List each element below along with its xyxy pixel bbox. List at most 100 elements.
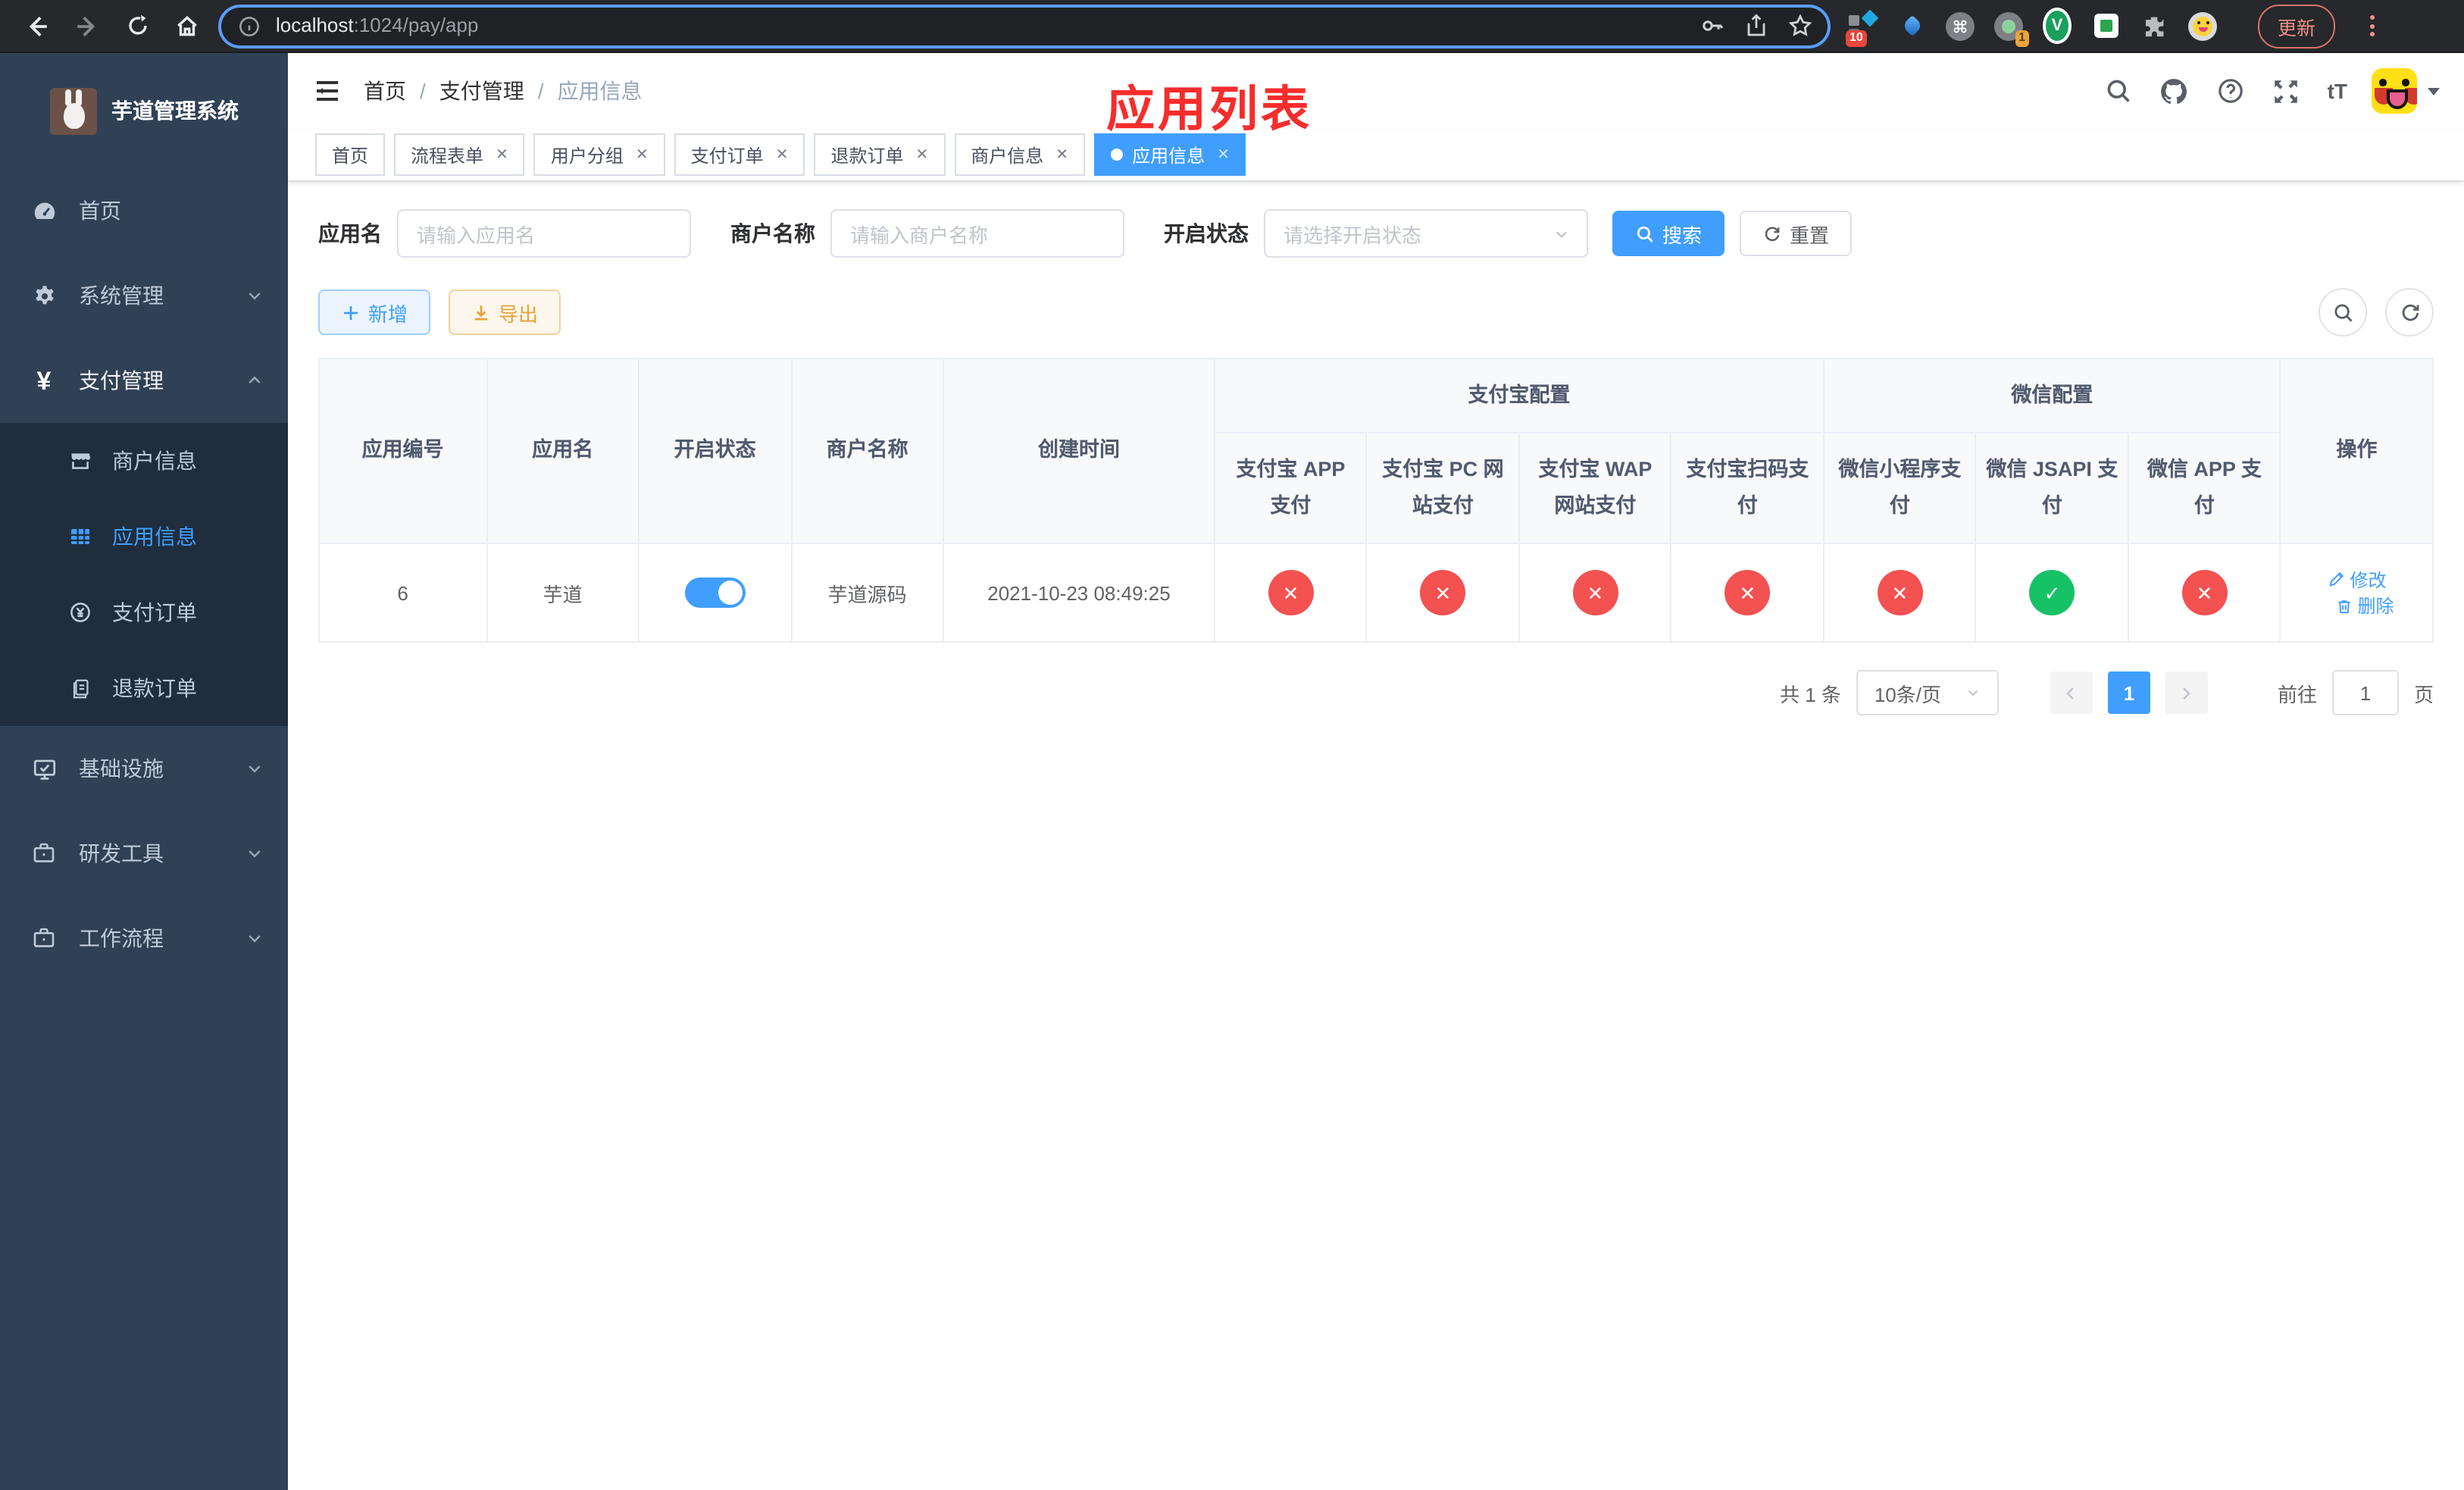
tab-refund-order[interactable]: 退款订单 ✕ [814,133,946,176]
export-button[interactable]: 导出 [449,290,561,335]
extension-puzzle-icon[interactable] [2140,11,2169,40]
extension-command-icon[interactable] [1946,11,1975,40]
sidebar-item-merchant-info[interactable]: 商户信息 [0,423,288,499]
extension-kite-icon[interactable] [1897,11,1926,40]
col-enabled: 开启状态 [638,358,793,544]
fullscreen-icon[interactable] [2272,76,2302,106]
page-size-select[interactable]: 10条/页 [1856,670,1999,715]
sidebar-logo: 芋道管理系统 [0,53,288,168]
help-icon[interactable] [2215,76,2246,106]
github-icon[interactable] [2159,76,2190,106]
app-title: 芋道管理系统 [111,99,239,123]
add-button[interactable]: 新增 [318,290,431,335]
app-name-input[interactable]: 请输入应用名 [397,209,691,258]
status-alipay-wap-icon: ✕ [1572,570,1618,615]
sidebar-item-label: 系统管理 [79,283,164,308]
status-label: 开启状态 [1164,221,1249,246]
col-merchant: 商户名称 [790,358,945,544]
header-search-icon[interactable] [2103,76,2134,106]
status-select[interactable]: 请选择开启状态 [1264,209,1588,258]
avatar-caret-icon[interactable] [2428,87,2440,95]
goto-label: 前往 [2277,683,2317,706]
url-host: localhost [276,14,354,36]
status-wx-jsapi-icon: ✓ [2029,570,2075,615]
share-icon[interactable] [1743,13,1768,39]
tab-process-form[interactable]: 流程表单 ✕ [394,133,525,176]
col-group-wechat: 微信配置 [1822,358,2281,434]
sidebar-item-infra[interactable]: 基础设施 [0,726,288,811]
tab-close-icon[interactable]: ✕ [776,146,789,163]
password-key-icon[interactable] [1699,13,1724,39]
tab-user-group[interactable]: 用户分组 ✕ [533,133,665,176]
breadcrumb-pay[interactable]: 支付管理 [439,76,524,106]
site-info-icon[interactable] [236,13,262,39]
extension-badge-orange: 1 [2015,30,2029,46]
goto-page-input[interactable]: 1 [2331,670,2399,715]
avatar[interactable] [2372,68,2417,114]
page-number[interactable]: 1 [2107,671,2150,714]
edit-link[interactable]: 修改 [2327,566,2386,592]
bookmark-star-icon[interactable] [1787,13,1812,39]
delete-link[interactable]: 删除 [2334,593,2394,618]
toggle-search-button[interactable] [2319,288,2367,337]
sidebar-item-label: 退款订单 [112,676,197,700]
chevron-down-icon [245,286,264,305]
next-page-button[interactable] [2165,671,2208,714]
merchant-name-input[interactable]: 请输入商户名称 [830,209,1124,258]
font-size-icon[interactable]: tT [2328,79,2347,103]
briefcase-icon [30,925,58,952]
browser-back-icon[interactable] [24,13,50,39]
refresh-table-button[interactable] [2385,288,2434,337]
sidebar-item-home[interactable]: 首页 [0,168,288,253]
sidebar-item-pay[interactable]: ¥ 支付管理 [0,338,288,423]
extension-doc-icon[interactable] [2091,11,2120,40]
pagination: 共 1 条 10条/页 1 前往 1 页 [318,670,2434,715]
document-copy-icon [67,675,94,702]
chevron-up-icon [245,371,264,390]
col-alipay-wap: 支付宝 WAP 网站支付 [1518,432,1672,544]
tab-home[interactable]: 首页✕ [315,133,386,176]
enabled-toggle[interactable] [684,578,746,608]
col-app-name: 应用名 [486,358,640,544]
extension-emoji-icon[interactable] [2188,11,2217,40]
browser-chrome: localhost:1024/pay/app 10 1 V 更新 [0,0,2464,53]
breadcrumb-home[interactable]: 首页 [364,76,406,106]
tab-close-icon[interactable]: ✕ [636,146,649,163]
sidebar-item-label: 工作流程 [79,926,164,950]
tab-close-icon[interactable]: ✕ [1055,146,1068,163]
extension-recorder-icon[interactable]: 1 [1994,11,2029,46]
extension-vue-devtools-icon[interactable]: V [2043,8,2072,44]
sidebar-item-pay-order[interactable]: 支付订单 [0,574,288,650]
chrome-menu-icon[interactable] [2370,15,2375,36]
sidebar-item-workflow[interactable]: 工作流程 [0,896,288,981]
cell-app-id: 6 [318,543,488,643]
browser-reload-icon[interactable] [124,13,150,39]
sidebar-item-app-info[interactable]: 应用信息 [0,499,288,574]
browser-home-icon[interactable] [174,13,200,39]
tab-pay-order[interactable]: 支付订单 ✕ [674,133,805,176]
prev-page-button[interactable] [2050,671,2093,714]
cell-created: 2021-10-23 08:49:25 [943,543,1215,643]
chevron-down-icon [245,929,264,947]
sidebar-item-devtools[interactable]: 研发工具 [0,811,288,896]
sidebar-item-refund-order[interactable]: 退款订单 [0,650,288,726]
chrome-update-button[interactable]: 更新 [2258,4,2336,48]
logo-rabbit-image [49,87,96,134]
extension-grid-icon[interactable]: 10 [1846,8,1879,46]
top-navbar: 首页 / 支付管理 / 应用信息 tT [288,53,2464,129]
browser-forward-icon[interactable] [74,13,100,39]
status-alipay-qr-icon: ✕ [1724,570,1771,615]
reset-button[interactable]: 重置 [1740,211,1853,256]
sidebar-item-system[interactable]: 系统管理 [0,253,288,338]
tab-close-icon[interactable]: ✕ [1217,146,1230,163]
search-button[interactable]: 搜索 [1612,211,1725,256]
col-wx-mini: 微信小程序支付 [1822,432,1977,544]
sidebar-fold-icon[interactable] [312,76,342,106]
url-bar[interactable]: localhost:1024/pay/app [221,7,1828,45]
chevron-down-icon [245,844,264,862]
sidebar-item-label: 首页 [79,199,121,223]
col-group-alipay: 支付宝配置 [1213,358,1825,434]
tab-close-icon[interactable]: ✕ [496,146,508,163]
tab-close-icon[interactable]: ✕ [916,146,929,163]
tab-merchant-info[interactable]: 商户信息 ✕ [954,133,1086,176]
